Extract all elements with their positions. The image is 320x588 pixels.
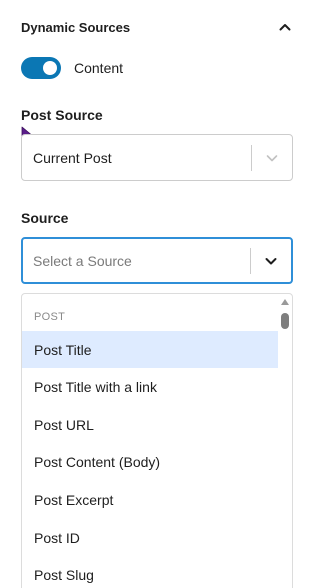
chevron-down-icon[interactable] <box>251 254 291 268</box>
menu-option-post-content[interactable]: Post Content (Body) <box>22 443 278 480</box>
content-toggle-label: Content <box>74 60 124 76</box>
menu-scrollbar[interactable] <box>278 294 292 588</box>
section-title: Dynamic Sources <box>21 19 131 35</box>
scroll-up-arrow-icon[interactable] <box>280 298 290 306</box>
source-select[interactable]: Select a Source <box>21 237 293 284</box>
dynamic-sources-header[interactable]: Dynamic Sources <box>21 16 293 38</box>
chevron-up-icon[interactable] <box>277 19 293 35</box>
menu-option-post-slug[interactable]: Post Slug <box>22 556 278 588</box>
post-source-value: Current Post <box>33 149 112 166</box>
content-toggle[interactable] <box>21 57 61 79</box>
scroll-thumb[interactable] <box>281 313 289 329</box>
menu-option-post-title-with-link[interactable]: Post Title with a link <box>22 368 278 405</box>
source-label: Source <box>21 210 69 226</box>
menu-option-post-excerpt[interactable]: Post Excerpt <box>22 481 278 518</box>
source-placeholder: Select a Source <box>33 252 132 269</box>
source-dropdown-menu: POST Post Title Post Title with a link P… <box>21 293 293 588</box>
dynamic-sources-panel: Dynamic Sources Content Post Source Curr… <box>0 0 313 588</box>
menu-option-post-title[interactable]: Post Title <box>22 331 278 368</box>
post-source-label: Post Source <box>21 107 103 123</box>
menu-option-post-id[interactable]: Post ID <box>22 519 278 556</box>
menu-option-post-url[interactable]: Post URL <box>22 406 278 443</box>
chevron-down-icon[interactable] <box>252 151 292 165</box>
menu-group-heading: POST <box>34 311 66 323</box>
content-toggle-row: Content <box>21 57 123 79</box>
post-source-select[interactable]: Current Post <box>21 134 293 181</box>
toggle-knob <box>43 61 57 75</box>
